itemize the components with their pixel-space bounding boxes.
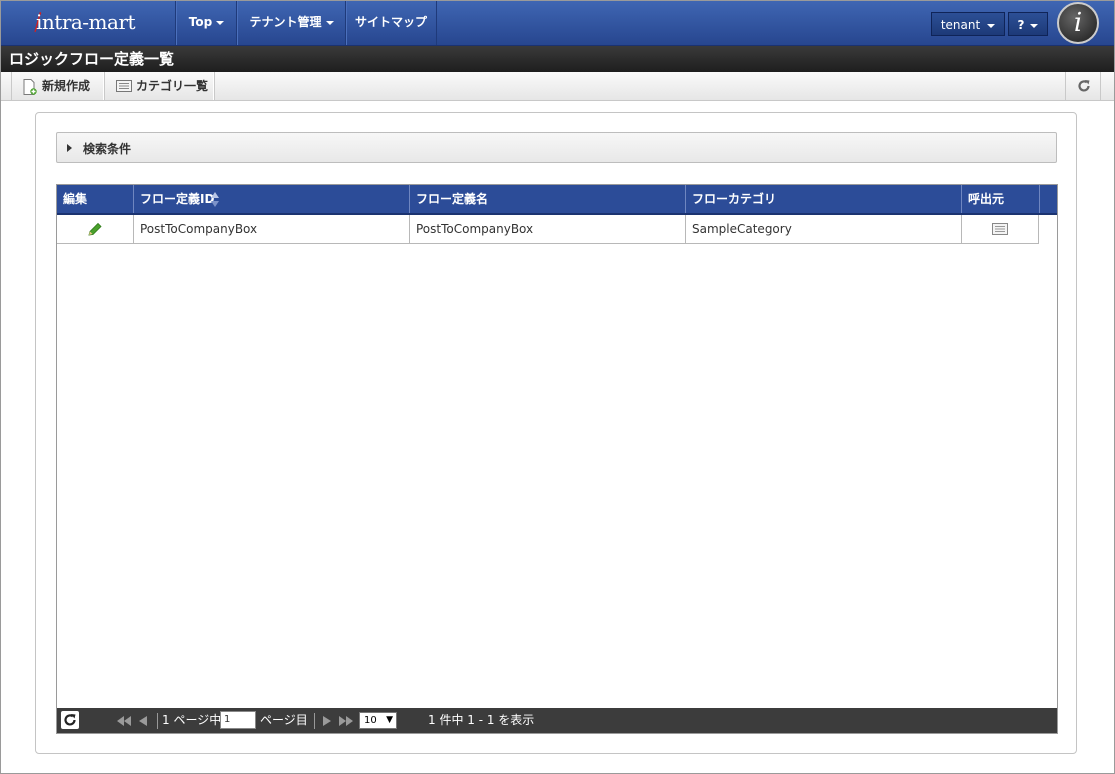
search-conditions-toggle[interactable]: 検索条件 bbox=[56, 132, 1057, 163]
new-create-button[interactable]: 新規作成 bbox=[12, 72, 105, 100]
next-page-icon[interactable] bbox=[323, 716, 331, 726]
chevron-down-icon bbox=[216, 20, 225, 25]
help-label: ? bbox=[1017, 18, 1025, 32]
flow-name-cell: PostToCompanyBox bbox=[410, 215, 686, 243]
pencil-icon[interactable] bbox=[87, 222, 103, 237]
category-list-label: カテゴリ一覧 bbox=[136, 79, 209, 93]
im-logo-button[interactable]: i bbox=[1057, 2, 1099, 44]
page-title-bar: ロジックフロー定義一覧 bbox=[1, 46, 1114, 72]
app-frame: intra-mart Top テナント管理 サイトマップ tenant ? i … bbox=[0, 0, 1115, 774]
nav-tenant-admin-menu[interactable]: テナント管理 bbox=[236, 1, 346, 45]
col-header-flow-category[interactable]: フローカテゴリ bbox=[686, 185, 962, 213]
info-i-icon: i bbox=[1073, 8, 1083, 38]
new-create-label: 新規作成 bbox=[42, 79, 91, 93]
grid-header: 編集 フロー定義ID フロー定義名 フローカテゴリ 呼出元 bbox=[57, 185, 1057, 215]
flow-id-cell: PostToCompanyBox bbox=[134, 215, 410, 243]
list-icon bbox=[116, 80, 132, 92]
col-header-flow-name[interactable]: フロー定義名 bbox=[410, 185, 686, 213]
chevron-down-icon bbox=[1030, 23, 1039, 28]
search-conditions-label: 検索条件 bbox=[83, 142, 132, 156]
toolbar-refresh-button[interactable] bbox=[1065, 72, 1101, 100]
col-header-caller-label: 呼出元 bbox=[968, 192, 1005, 206]
category-list-button[interactable]: カテゴリ一覧 bbox=[105, 72, 215, 100]
grid-pager: 1 ページ中 1 ページ目 10 ▼ 1 件中 1 - 1 を表示 bbox=[57, 708, 1057, 733]
logo-text: intra-mart bbox=[36, 10, 136, 34]
pager-separator bbox=[314, 713, 315, 729]
table-row: PostToCompanyBox PostToCompanyBox Sample… bbox=[57, 215, 1039, 244]
main-panel: 検索条件 編集 フロー定義ID フロー定義名 フローカテゴリ 呼出元 PostT… bbox=[35, 112, 1077, 754]
edit-cell bbox=[57, 215, 134, 243]
page-number-input[interactable]: 1 bbox=[220, 711, 256, 729]
col-header-caller: 呼出元 bbox=[962, 185, 1040, 213]
nav-top-menu[interactable]: Top bbox=[175, 1, 237, 45]
refresh-icon bbox=[1078, 80, 1090, 92]
intra-mart-logo[interactable]: intra-mart bbox=[34, 7, 144, 39]
top-navigation-bar: intra-mart Top テナント管理 サイトマップ tenant ? i bbox=[1, 1, 1114, 46]
new-document-icon bbox=[23, 79, 37, 95]
page-title: ロジックフロー定義一覧 bbox=[9, 50, 175, 68]
rows-per-page-value: 10 bbox=[364, 715, 377, 726]
refresh-icon bbox=[64, 714, 76, 726]
col-header-flow-category-label: フローカテゴリ bbox=[692, 192, 777, 206]
pager-refresh-button[interactable] bbox=[61, 711, 79, 729]
flow-category-cell: SampleCategory bbox=[686, 215, 962, 243]
first-page-icon[interactable] bbox=[117, 716, 131, 726]
sort-icon[interactable] bbox=[211, 192, 219, 207]
rows-per-page-select[interactable]: 10 ▼ bbox=[359, 712, 397, 729]
list-icon[interactable] bbox=[992, 223, 1008, 235]
col-header-flow-id[interactable]: フロー定義ID bbox=[134, 185, 410, 213]
nav-tenant-admin-label: テナント管理 bbox=[249, 15, 322, 29]
page-prefix: 1 ページ中 bbox=[162, 713, 222, 727]
expand-triangle-icon bbox=[67, 144, 72, 152]
flow-definition-grid: 編集 フロー定義ID フロー定義名 フローカテゴリ 呼出元 PostToComp… bbox=[56, 184, 1058, 734]
nav-sitemap-menu[interactable]: サイトマップ bbox=[345, 1, 437, 45]
user-name: tenant bbox=[940, 18, 981, 32]
caller-cell bbox=[962, 215, 1039, 243]
col-header-flow-name-label: フロー定義名 bbox=[416, 192, 489, 206]
select-arrow-icon: ▼ bbox=[386, 715, 393, 725]
last-page-icon[interactable] bbox=[339, 716, 353, 726]
nav-sitemap-label: サイトマップ bbox=[354, 15, 427, 29]
pager-separator bbox=[157, 713, 158, 729]
toolbar: 新規作成 カテゴリ一覧 bbox=[1, 72, 1114, 101]
page-suffix: ページ目 bbox=[260, 713, 308, 727]
record-summary: 1 件中 1 - 1 を表示 bbox=[428, 713, 535, 727]
col-header-edit: 編集 bbox=[57, 185, 134, 213]
col-header-flow-id-label: フロー定義ID bbox=[140, 192, 215, 206]
nav-top-label: Top bbox=[188, 15, 213, 29]
chevron-down-icon bbox=[325, 20, 334, 25]
chevron-down-icon bbox=[987, 23, 996, 28]
user-menu-button[interactable]: tenant bbox=[931, 12, 1005, 36]
col-header-edit-label: 編集 bbox=[63, 192, 88, 206]
prev-page-icon[interactable] bbox=[139, 716, 147, 726]
help-menu-button[interactable]: ? bbox=[1008, 12, 1048, 36]
